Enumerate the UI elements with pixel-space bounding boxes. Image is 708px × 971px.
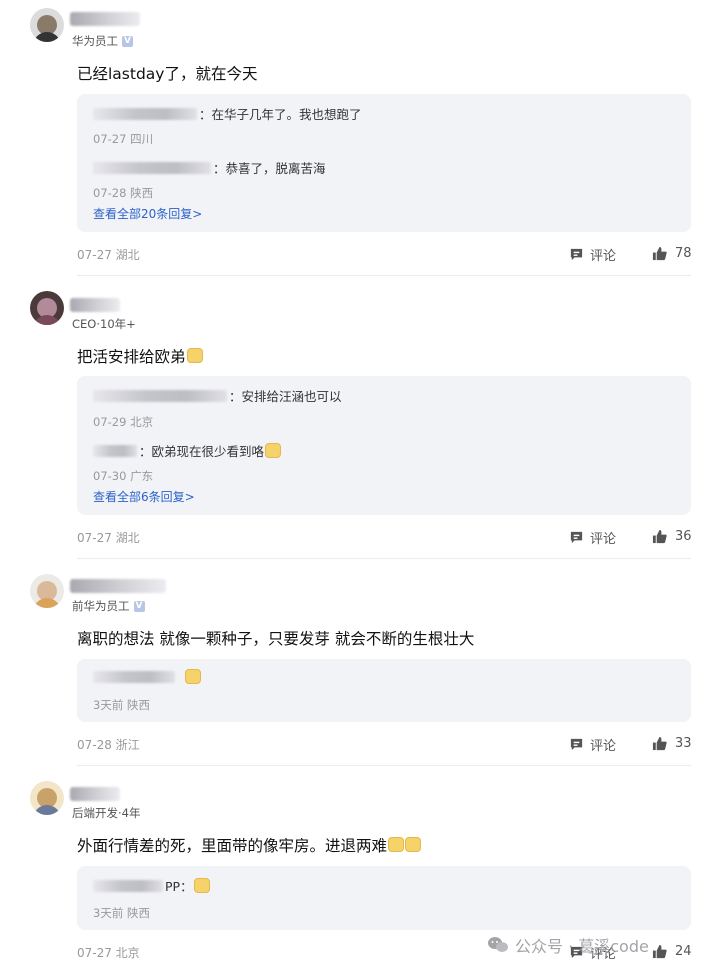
smile-emoji-icon: [186, 348, 203, 363]
comment-text: 把活安排给欧弟: [77, 345, 203, 367]
laugh-cry-emoji-icon: [405, 837, 422, 852]
divider: [77, 558, 691, 559]
reply-item[interactable]: [93, 669, 201, 684]
comment-button[interactable]: 评论: [569, 528, 616, 547]
reply-location: 3天前 陕西: [93, 698, 150, 712]
reply-preview[interactable]: ：安排给汪涵也可以 07-29 北京 ：欧弟现在很少看到咯 07-30 广东 查…: [77, 376, 691, 515]
reply-item[interactable]: PP：: [93, 876, 210, 895]
reply-preview[interactable]: 3天前 陕西: [77, 659, 691, 722]
reply-item[interactable]: ：恭喜了，脱离苦海: [93, 158, 326, 177]
thumbs-up-icon: [652, 736, 667, 751]
post-date-location: 07-27 湖北: [77, 531, 140, 545]
wechat-watermark: 公众号 · 葛溪code: [487, 933, 649, 957]
like-button[interactable]: 24: [652, 944, 692, 959]
divider: [77, 275, 691, 276]
like-button[interactable]: 36: [652, 529, 692, 544]
user-role: 前华为员工 V: [72, 598, 145, 614]
smile-emoji-icon: [193, 878, 210, 893]
comment-icon: [570, 248, 583, 261]
reply-item[interactable]: ：欧弟现在很少看到咯: [93, 441, 282, 460]
verified-icon: V: [122, 35, 133, 47]
view-all-replies-link[interactable]: 查看全部6条回复>: [93, 488, 195, 505]
username[interactable]: [70, 787, 120, 801]
smile-emoji-icon: [265, 443, 282, 458]
thumbs-up-icon: [652, 246, 667, 261]
reply-item[interactable]: ：安排给汪涵也可以: [93, 386, 342, 405]
reply-location: 3天前 陕西: [93, 906, 150, 920]
post-date-location: 07-28 浙江: [77, 738, 140, 752]
avatar[interactable]: [30, 781, 64, 815]
wechat-icon: [488, 937, 508, 952]
comment-button[interactable]: 评论: [569, 735, 616, 754]
comment-button[interactable]: 评论: [569, 245, 616, 264]
laugh-cry-emoji-icon: [388, 837, 405, 852]
user-role: CEO·10年+: [72, 317, 136, 331]
reply-preview[interactable]: ：在华子几年了。我也想跑了 07-27 四川 ：恭喜了，脱离苦海 07-28 陕…: [77, 94, 691, 232]
post-date-location: 07-27 湖北: [77, 248, 140, 262]
avatar[interactable]: [30, 574, 64, 608]
user-role: 后端开发·4年: [72, 806, 141, 820]
username[interactable]: [70, 579, 166, 593]
comment-icon: [570, 738, 583, 751]
thumbs-up-icon: [652, 529, 667, 544]
avatar[interactable]: [30, 291, 64, 325]
divider: [77, 765, 691, 766]
user-role: 华为员工 V: [72, 33, 133, 49]
reply-item[interactable]: ：在华子几年了。我也想跑了: [93, 104, 362, 123]
avatar[interactable]: [30, 8, 64, 42]
username[interactable]: [70, 12, 140, 26]
reply-location: 07-30 广东: [93, 469, 154, 483]
post-date-location: 07-27 北京: [77, 946, 140, 960]
like-button[interactable]: 33: [652, 736, 692, 751]
reply-location: 07-28 陕西: [93, 186, 154, 200]
comment-text: 外面行情差的死，里面带的像牢房。进退两难: [77, 834, 422, 856]
comment-text: 离职的想法 就像一颗种子，只要发芽 就会不断的生根壮大: [77, 630, 475, 648]
comment-text: 已经lastday了，就在今天: [77, 65, 258, 83]
view-all-replies-link[interactable]: 查看全部20条回复>: [93, 205, 202, 222]
username[interactable]: [70, 298, 120, 312]
reply-preview[interactable]: PP： 3天前 陕西: [77, 866, 691, 930]
like-button[interactable]: 78: [652, 246, 692, 261]
verified-icon: V: [133, 600, 145, 612]
comment-icon: [570, 531, 583, 544]
reply-location: 07-27 四川: [93, 132, 154, 146]
thumbs-up-icon: [652, 944, 667, 959]
smile-emoji-icon: [185, 669, 201, 684]
reply-location: 07-29 北京: [93, 415, 154, 429]
